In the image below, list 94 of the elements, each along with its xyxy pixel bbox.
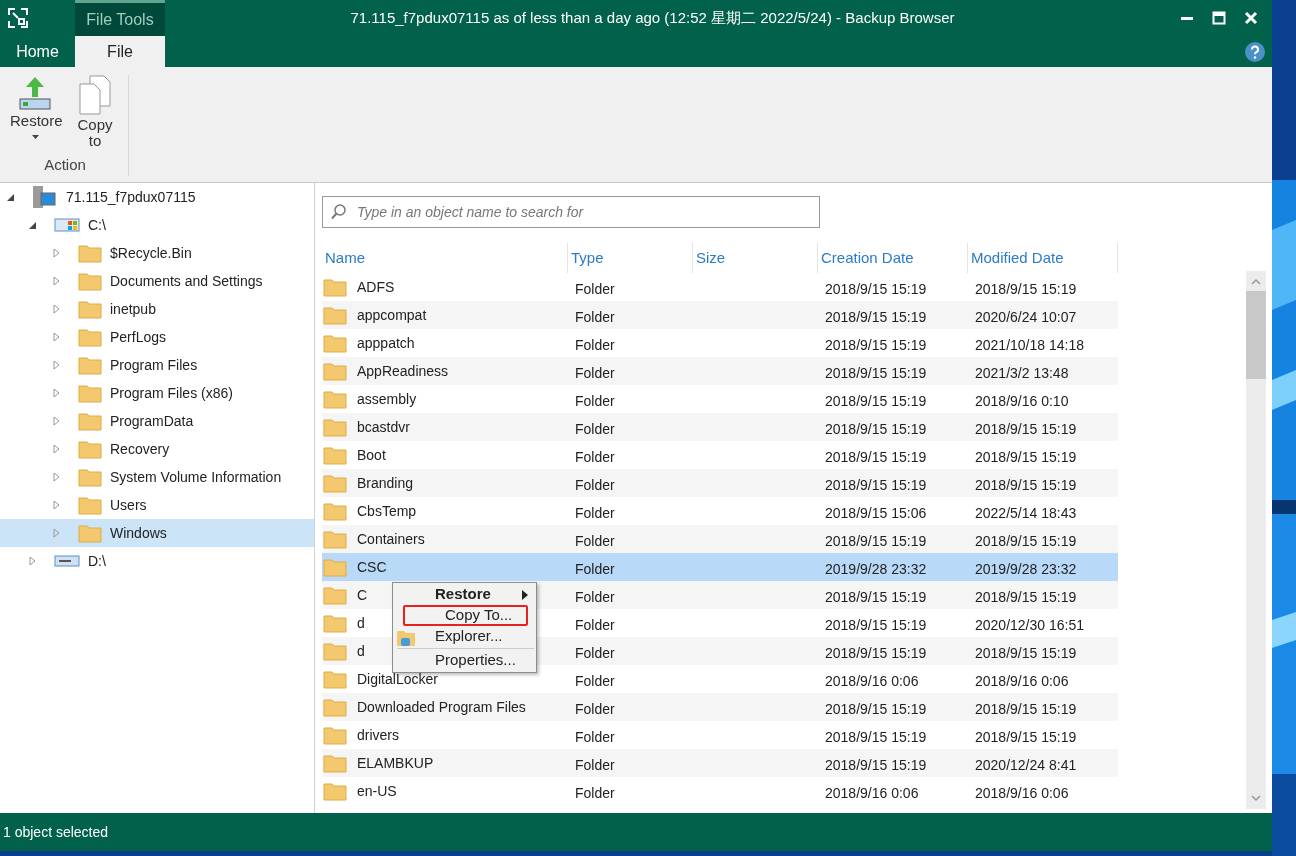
file-name: C xyxy=(357,585,368,605)
table-cell: 2018/9/15 15:19 xyxy=(825,616,927,633)
window-title: 71.115_f7pdux07115 as of less than a day ago (12:52 星期二 2022/5/24) - Backup Browser xyxy=(349,7,956,28)
table-cell: 2018/9/15 15:06 xyxy=(825,504,927,521)
file-name: bcastdvr xyxy=(357,417,410,437)
table-cell: 2018/9/16 0:06 xyxy=(975,672,1069,689)
table-cell: 2018/9/15 15:19 xyxy=(975,644,1077,661)
table-cell: Folder xyxy=(575,420,615,437)
tree-label: Windows xyxy=(110,523,167,543)
table-cell: 2018/9/15 15:19 xyxy=(975,476,1077,493)
table-cell: 2020/6/24 10:07 xyxy=(975,308,1077,325)
tree-label: C:\ xyxy=(88,215,106,235)
table-cell: Folder xyxy=(575,308,615,325)
table-cell: 2018/9/16 0:10 xyxy=(975,392,1069,409)
table-cell: 2018/9/15 15:19 xyxy=(825,728,927,745)
tree-label: Program Files (x86) xyxy=(110,383,233,403)
file-name: drivers xyxy=(357,725,399,745)
tree-label: System Volume Information xyxy=(110,467,282,487)
file-name: Containers xyxy=(357,529,425,549)
file-name: en-US xyxy=(357,781,397,801)
table-cell: 2019/9/28 23:32 xyxy=(975,560,1077,577)
status-text: 1 object selected xyxy=(3,822,109,842)
table-cell: 2018/9/15 15:19 xyxy=(975,588,1077,605)
file-name: ELAMBKUP xyxy=(357,753,434,773)
context-tab-header: File Tools xyxy=(75,0,165,36)
table-cell: 2018/9/15 15:19 xyxy=(825,588,927,605)
tree-label: inetpub xyxy=(110,299,156,319)
file-name: CSC xyxy=(357,557,387,577)
tree-label: Recovery xyxy=(110,439,170,459)
table-cell: 2018/9/15 15:19 xyxy=(975,728,1077,745)
tree-label: Documents and Settings xyxy=(110,271,263,291)
table-cell: 2018/9/16 0:06 xyxy=(975,784,1069,801)
table-cell: 2018/9/15 15:19 xyxy=(825,364,927,381)
tree-label: $Recycle.Bin xyxy=(110,243,192,263)
table-cell: Folder xyxy=(575,392,615,409)
table-cell: Folder xyxy=(575,336,615,353)
table-cell: 2019/9/28 23:32 xyxy=(825,560,927,577)
file-name: CbsTemp xyxy=(357,501,417,521)
table-cell: 2018/9/15 15:19 xyxy=(825,420,927,437)
table-cell: Folder xyxy=(575,364,615,381)
file-name: d xyxy=(357,613,365,633)
table-cell: 2018/9/15 15:19 xyxy=(825,756,927,773)
file-name: ADFS xyxy=(357,277,395,297)
tree-label: 71.115_f7pdux07115 xyxy=(66,187,196,207)
table-cell: Folder xyxy=(575,532,615,549)
table-cell: 2018/9/16 0:06 xyxy=(825,784,919,801)
table-cell: 2022/5/14 18:43 xyxy=(975,504,1077,521)
table-cell: Folder xyxy=(575,756,615,773)
tree-label: PerfLogs xyxy=(110,327,167,347)
file-name: Boot xyxy=(357,445,386,465)
table-cell: 2018/9/16 0:06 xyxy=(825,672,919,689)
table-cell: 2018/9/15 15:19 xyxy=(825,700,927,717)
table-cell: Folder xyxy=(575,280,615,297)
tree-label: Users xyxy=(110,495,147,515)
table-cell: 2020/12/24 8:41 xyxy=(975,756,1077,773)
file-name: AppReadiness xyxy=(357,361,449,381)
tree-label: Program Files xyxy=(110,355,198,375)
tree-label: ProgramData xyxy=(110,411,194,431)
table-cell: 2018/9/15 15:19 xyxy=(825,476,927,493)
table-cell: Folder xyxy=(575,588,615,605)
ribbon-group-label: Action xyxy=(44,154,86,175)
table-cell: 2018/9/15 15:19 xyxy=(825,280,927,297)
table-cell: 2020/12/30 16:51 xyxy=(975,616,1084,633)
table-cell: 2018/9/15 15:19 xyxy=(825,336,927,353)
table-cell: Folder xyxy=(575,616,615,633)
table-cell: Folder xyxy=(575,560,615,577)
table-cell: 2018/9/15 15:19 xyxy=(825,448,927,465)
file-name: appcompat xyxy=(357,305,427,325)
table-cell: Folder xyxy=(575,476,615,493)
table-cell: Folder xyxy=(575,728,615,745)
tree-label: D:\ xyxy=(88,551,106,571)
table-cell: 2021/10/18 14:18 xyxy=(975,336,1084,353)
table-cell: 2018/9/15 15:19 xyxy=(825,392,927,409)
table-cell: Folder xyxy=(575,700,615,717)
file-name: DigitalLocker xyxy=(357,669,438,689)
table-cell: 2021/3/2 13:48 xyxy=(975,364,1069,381)
table-cell: 2018/9/15 15:19 xyxy=(975,420,1077,437)
table-cell: 2018/9/15 15:19 xyxy=(975,532,1077,549)
table-cell: Folder xyxy=(575,784,615,801)
table-cell: 2018/9/15 15:19 xyxy=(975,448,1077,465)
table-cell: 2018/9/15 15:19 xyxy=(825,532,927,549)
file-name: assembly xyxy=(357,389,417,409)
table-cell: Folder xyxy=(575,504,615,521)
file-name: d xyxy=(357,641,365,661)
table-cell: Folder xyxy=(575,644,615,661)
table-cell: Folder xyxy=(575,448,615,465)
table-cell: 2018/9/15 15:19 xyxy=(825,308,927,325)
file-name: apppatch xyxy=(357,333,415,353)
table-cell: Folder xyxy=(575,672,615,689)
file-name: Branding xyxy=(357,473,414,493)
table-cell: 2018/9/15 15:19 xyxy=(975,280,1077,297)
file-name: Downloaded Program Files xyxy=(357,697,526,717)
table-cell: 2018/9/15 15:19 xyxy=(975,700,1077,717)
table-cell: 2018/9/15 15:19 xyxy=(825,644,927,661)
